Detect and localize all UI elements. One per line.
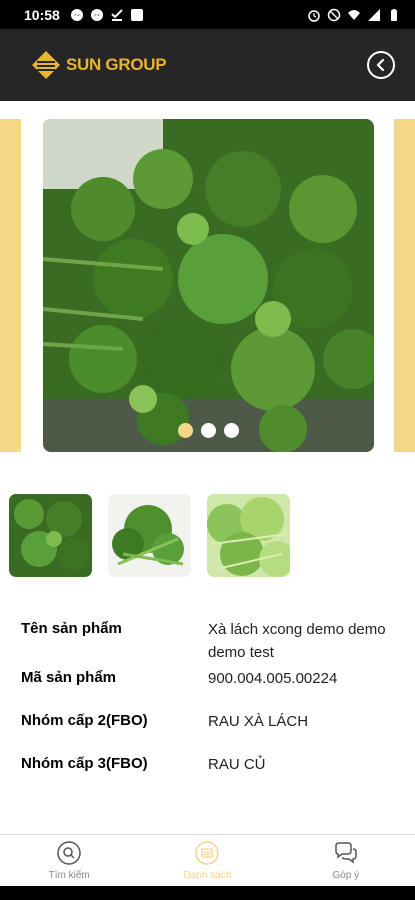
battery-icon (391, 8, 397, 21)
info-value: Xà lách xcong demo demo demo test (208, 621, 386, 661)
wifi-icon (348, 9, 360, 20)
system-nav-bar (0, 886, 415, 900)
mute-icon (327, 8, 341, 21)
info-row-name: Tên sản phẩm Xà lách xcong demo demo dem… (21, 618, 401, 664)
info-label: Tên sản phẩm (21, 620, 122, 637)
list-icon (195, 841, 220, 865)
nav-search-label: Tìm kiếm (48, 870, 90, 881)
notification-icons (70, 8, 144, 22)
nav-list-label: Danh sách (183, 870, 232, 881)
info-row-code: Mã sản phẩm 900.004.005.00224 (21, 667, 401, 690)
sun-logo-icon (32, 51, 60, 79)
messenger-icon (90, 8, 103, 21)
carousel-prev-card[interactable] (0, 119, 21, 452)
carousel-dot[interactable] (224, 423, 239, 438)
app-header: SUN GROUP (0, 29, 415, 101)
thumbnail-3[interactable] (207, 494, 290, 577)
back-button[interactable] (367, 51, 395, 79)
carousel-dot-active[interactable] (178, 423, 193, 438)
thumbnail-strip (9, 494, 290, 577)
carousel-next-card[interactable] (394, 119, 415, 452)
app-icon (130, 8, 143, 21)
nav-feedback[interactable]: Góp ý (277, 835, 415, 886)
carousel-dot[interactable] (201, 423, 216, 438)
logo-text: SUN GROUP (66, 55, 167, 74)
product-image (43, 119, 374, 452)
image-carousel[interactable] (0, 101, 415, 461)
bottom-nav: Tìm kiếm Danh sách Góp ý (0, 834, 415, 886)
product-info: Tên sản phẩm Xà lách xcong demo demo dem… (21, 618, 401, 796)
thumbnail-2[interactable] (108, 494, 191, 577)
nav-list[interactable]: Danh sách (138, 835, 276, 886)
download-icon (111, 8, 123, 21)
info-row-group3: Nhóm cấp 3(FBO) RAU CỦ (21, 753, 401, 776)
system-icons (307, 8, 401, 22)
thumbnail-1[interactable] (9, 494, 92, 577)
nav-search[interactable]: Tìm kiếm (0, 835, 138, 886)
info-row-group2: Nhóm cấp 2(FBO) RAU XÀ LÁCH (21, 710, 401, 733)
messenger-icon (70, 8, 83, 21)
info-value: 900.004.005.00224 (208, 670, 338, 687)
chevron-left-icon (376, 58, 385, 72)
status-bar: 10:58 (0, 0, 415, 29)
search-icon (57, 841, 81, 865)
status-time: 10:58 (24, 6, 60, 23)
info-label: Nhóm cấp 2(FBO) (21, 712, 148, 729)
info-value: RAU XÀ LÁCH (208, 713, 309, 730)
nav-feedback-label: Góp ý (332, 870, 360, 881)
info-value: RAU CỦ (208, 756, 266, 773)
alarm-icon (308, 9, 320, 22)
chat-icon (335, 842, 357, 864)
sun-group-logo: SUN GROUP (30, 49, 167, 81)
info-label: Mã sản phẩm (21, 669, 117, 686)
watercress-photo (43, 119, 374, 452)
info-label: Nhóm cấp 3(FBO) (21, 755, 148, 772)
carousel-dots (43, 423, 374, 438)
signal-icon (368, 8, 380, 21)
